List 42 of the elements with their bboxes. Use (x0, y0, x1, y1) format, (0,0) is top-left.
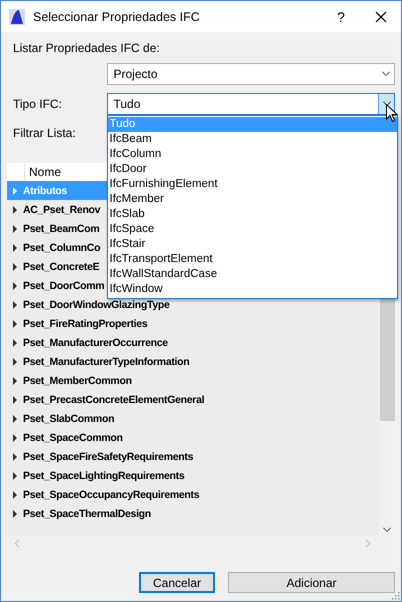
tree-item[interactable]: Pset_SpaceFireSafetyRequirements (23, 450, 194, 462)
dropdown-option[interactable]: IfcDoor (108, 162, 396, 177)
source-label: Listar Propriedades IFC de: (13, 40, 160, 54)
scroll-down-icon (382, 526, 392, 535)
tree-item[interactable]: Pset_SpaceLightingRequirements (23, 470, 184, 482)
dropdown-option[interactable]: IfcSpace (108, 222, 396, 237)
tree-item[interactable]: Pset_PrecastConcreteElementGeneral (23, 394, 204, 406)
tree-item[interactable]: Pset_SpaceThermalDesign (23, 508, 151, 520)
tree-item[interactable]: Pset_ConcreteE (23, 260, 100, 272)
window-title: Seleccionar Propriedades IFC (33, 10, 201, 24)
close-icon (375, 10, 387, 22)
resize-grip-icon (391, 591, 400, 600)
dropdown-option[interactable]: IfcColumn (108, 147, 396, 162)
dropdown-option[interactable]: IfcFurnishingElement (108, 177, 396, 192)
tree-item[interactable]: Pset_ColumnCo (23, 242, 100, 254)
tree-item[interactable]: Pset_DoorWindowGlazingType (23, 298, 170, 310)
source-dropdown[interactable]: Projecto (106, 63, 395, 85)
ifc-type-label: Tipo IFC: (13, 97, 62, 111)
tree-item[interactable]: Pset_DoorComm (23, 280, 104, 292)
cancel-button[interactable]: Cancelar (139, 572, 215, 593)
tree-item[interactable]: Pset_SpaceCommon (23, 432, 123, 444)
help-button[interactable]: ? (321, 2, 361, 32)
dropdown-option[interactable]: IfcSlab (108, 207, 396, 222)
tree-item[interactable]: Pset_BeamCom (23, 222, 100, 234)
dropdown-option[interactable]: IfcStair (108, 237, 396, 252)
tree-item[interactable]: Pset_MemberCommon (23, 374, 132, 386)
dropdown-option[interactable]: IfcMember (108, 192, 396, 207)
tree-item[interactable]: Pset_ManufacturerOccurrence (23, 336, 168, 348)
filter-label: Filtrar Lista: (13, 126, 76, 140)
scroll-right-icon (363, 538, 373, 548)
tree-item[interactable]: Pset_ManufacturerTypeInformation (23, 356, 190, 368)
dropdown-option[interactable]: IfcBeam (108, 132, 396, 147)
tree-item[interactable]: Pset_FireRatingProperties (23, 318, 148, 330)
add-button[interactable]: Adicionar (228, 572, 395, 593)
tree-item[interactable]: Pset_SlabCommon (23, 412, 114, 424)
chevron-down-icon (381, 70, 391, 78)
dropdown-option[interactable]: IfcWallStandardCase (108, 267, 396, 282)
tree-item[interactable]: AC_Pset_Renov (23, 204, 100, 216)
app-logo-icon (9, 8, 25, 24)
dropdown-option[interactable]: IfcTransportElement (108, 252, 396, 267)
dropdown-option[interactable]: IfcWindow (108, 282, 396, 297)
tree-item[interactable]: Pset_SpaceOccupancyRequirements (23, 488, 200, 500)
